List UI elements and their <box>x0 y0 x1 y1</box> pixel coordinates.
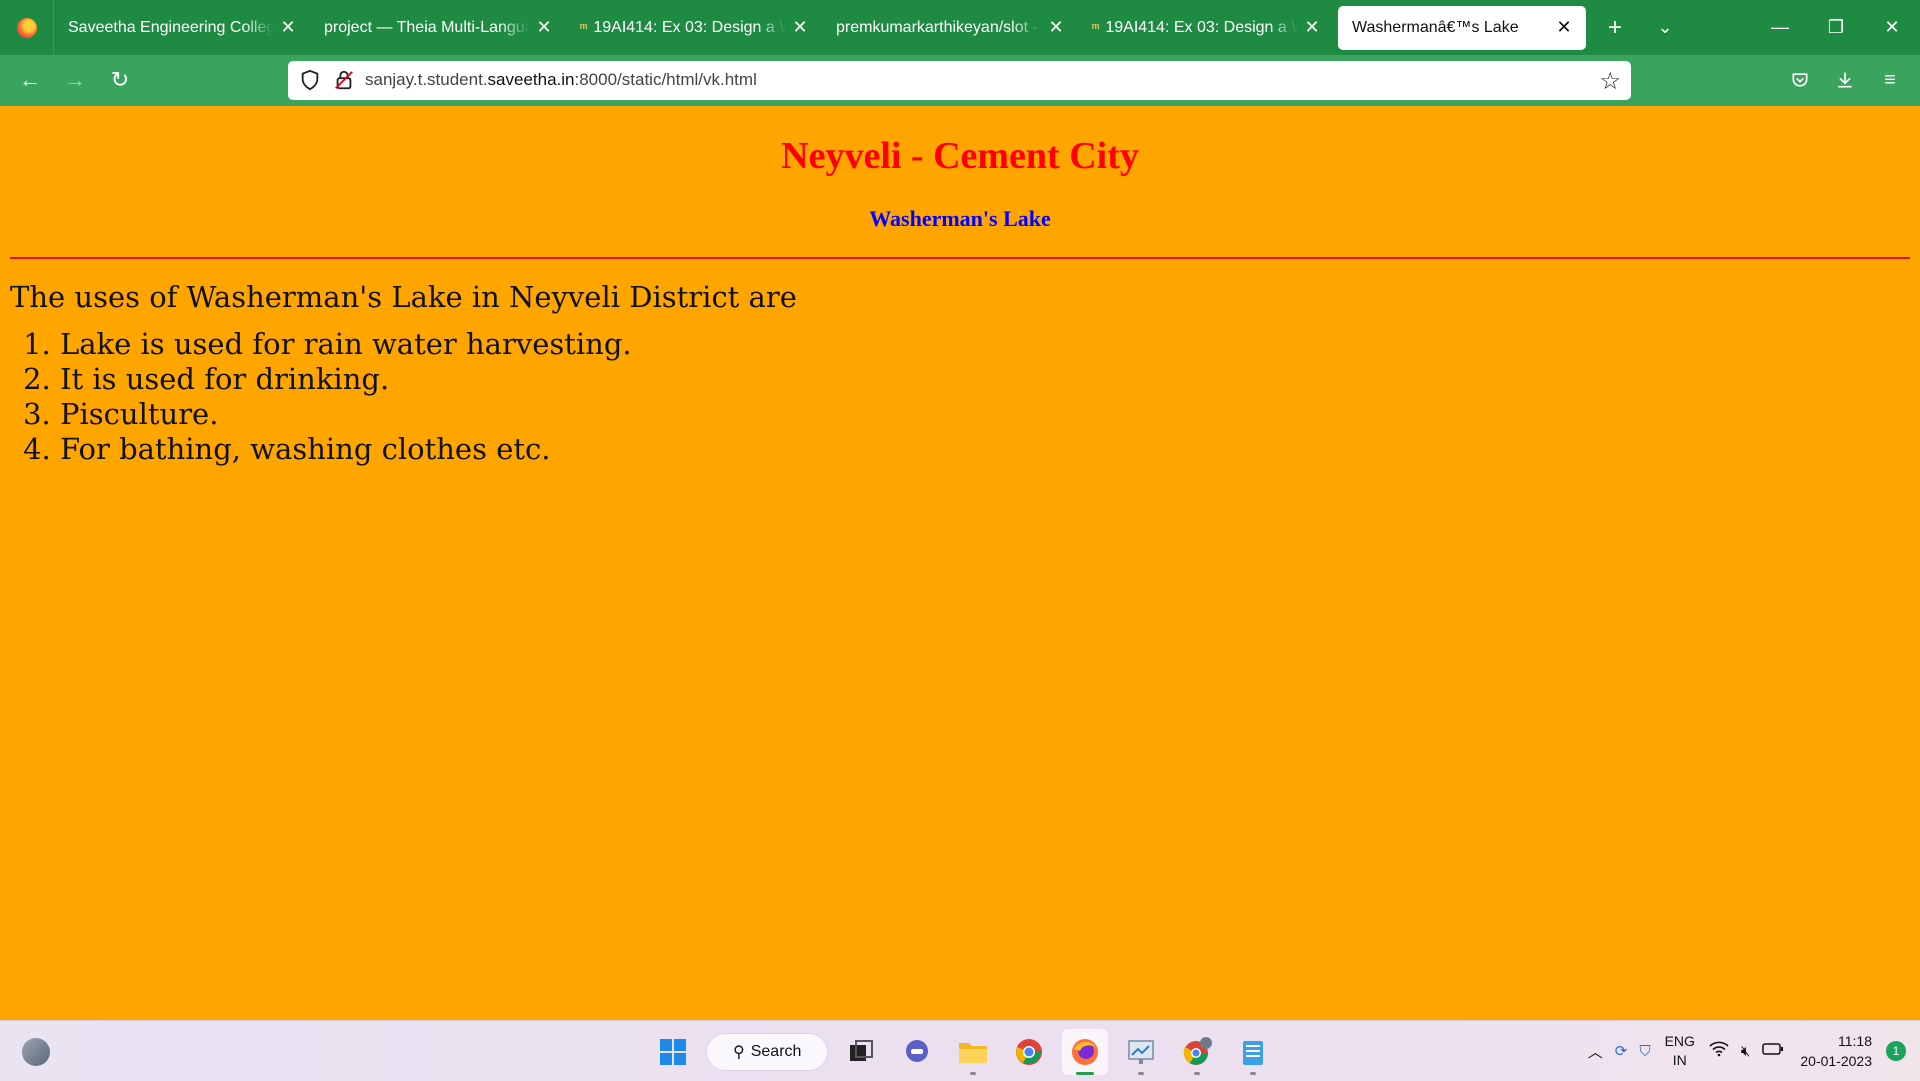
uses-list: Lake is used for rain water harvesting. … <box>10 327 632 467</box>
close-window-icon[interactable]: ✕ <box>1864 0 1920 55</box>
url-text: sanjay.t.student.saveetha.in:8000/static… <box>365 70 757 89</box>
tab-title: 19AI414: Ex 03: Design a We <box>593 18 786 36</box>
clock-date: 20-01-2023 <box>1800 1053 1872 1069</box>
clock-time: 11:18 <box>1838 1033 1872 1049</box>
notepad-icon[interactable] <box>1230 1029 1276 1075</box>
close-tab-icon[interactable]: ✕ <box>1304 17 1320 38</box>
tab-2[interactable]: project — Theia Multi-Language ✕ <box>310 0 566 55</box>
close-tab-icon[interactable]: ✕ <box>792 17 808 38</box>
close-tab-icon[interactable]: ✕ <box>1048 17 1064 38</box>
minimize-icon[interactable]: — <box>1752 0 1808 55</box>
list-item: It is used for drinking. <box>60 362 632 397</box>
language-code: ENG <box>1664 1033 1695 1049</box>
task-view-icon[interactable] <box>838 1029 884 1075</box>
forward-arrow-icon[interactable]: → <box>59 64 91 96</box>
moodle-icon: ᵐ <box>1092 20 1100 35</box>
horizontal-rule <box>10 257 1910 259</box>
firefox-menu-icon[interactable] <box>0 0 54 55</box>
clock[interactable]: 11:18 20-01-2023 <box>1800 1031 1872 1071</box>
page-title: Neyveli - Cement City <box>781 135 1139 177</box>
window-controls: — ❐ ✕ <box>1752 0 1920 55</box>
tab-4[interactable]: premkumarkarthikeyan/slot - ex ✕ <box>822 0 1078 55</box>
firefox-taskbar-icon[interactable] <box>1062 1029 1108 1075</box>
pocket-icon[interactable] <box>1784 64 1816 96</box>
address-bar[interactable]: sanjay.t.student.saveetha.in:8000/static… <box>288 61 1631 100</box>
taskbar-apps: ⚲ Search <box>650 1029 1276 1075</box>
close-tab-icon[interactable]: ✕ <box>536 17 552 38</box>
close-tab-icon[interactable]: ✕ <box>280 17 296 38</box>
show-hidden-icons-chevron-icon[interactable]: ︿ <box>1588 1041 1603 1062</box>
page-subtitle: Washerman's Lake <box>869 206 1051 231</box>
tab-title: 19AI414: Ex 03: Design a We <box>1105 18 1298 36</box>
notification-badge[interactable]: 1 <box>1886 1041 1906 1061</box>
file-explorer-icon[interactable] <box>950 1029 996 1075</box>
close-tab-icon[interactable]: ✕ <box>1556 17 1572 38</box>
tracking-protection-shield-icon[interactable] <box>299 69 321 91</box>
new-tab-icon[interactable]: + <box>1590 0 1640 55</box>
back-arrow-icon[interactable]: ← <box>14 64 46 96</box>
volume-muted-icon[interactable]: 🔇︎ <box>1741 1043 1750 1060</box>
downloads-icon[interactable] <box>1829 64 1861 96</box>
tab-strip: Saveetha Engineering College ✕ project —… <box>0 0 1920 55</box>
chrome-icon[interactable] <box>1006 1029 1052 1075</box>
hamburger-menu-icon[interactable]: ≡ <box>1874 64 1906 96</box>
sync-icon[interactable]: ⟳ <box>1615 1042 1628 1060</box>
system-tray: ︿ ⟳ ⛉ ENG IN 🔇︎ 11:18 20-01-2023 1 <box>1582 1021 1920 1081</box>
list-item: Pisculture. <box>60 397 632 432</box>
taskbar: ⚲ Search ︿ ⟳ ⛉ ENG IN 🔇︎ 11:18 20-01-202… <box>0 1020 1920 1081</box>
tab-title: premkumarkarthikeyan/slot - ex <box>836 18 1042 36</box>
list-item: For bathing, washing clothes etc. <box>60 432 632 467</box>
navigation-toolbar: ← → ↻ sanjay.t.student.saveetha.in:8000/… <box>0 55 1920 106</box>
wifi-icon[interactable] <box>1709 1041 1729 1061</box>
teams-chat-icon[interactable] <box>894 1029 940 1075</box>
taskbar-search-box[interactable]: ⚲ Search <box>706 1033 828 1071</box>
page-content: Neyveli - Cement City Washerman's Lake T… <box>0 106 1920 1020</box>
insecure-lock-icon[interactable] <box>333 69 355 91</box>
tab-title: Saveetha Engineering College <box>68 18 274 36</box>
language-indicator[interactable]: ENG IN <box>1665 1032 1695 1070</box>
tab-active[interactable]: Washermanâ€™s Lake ✕ <box>1338 5 1586 50</box>
search-label: Search <box>750 1043 802 1060</box>
intro-paragraph: The uses of Washerman's Lake in Neyveli … <box>10 280 797 314</box>
tab-title: Washermanâ€™s Lake <box>1352 18 1519 36</box>
region-code: IN <box>1672 1052 1687 1068</box>
tab-3[interactable]: ᵐ 19AI414: Ex 03: Design a We ✕ <box>566 0 822 55</box>
chrome-profile-icon[interactable] <box>1174 1029 1220 1075</box>
list-tabs-chevron-icon[interactable]: ⌄ <box>1640 0 1690 55</box>
list-item: Lake is used for rain water harvesting. <box>60 327 632 362</box>
tab-1[interactable]: Saveetha Engineering College ✕ <box>54 0 310 55</box>
presentation-app-icon[interactable] <box>1118 1029 1164 1075</box>
defender-shield-icon[interactable]: ⛉ <box>1639 1043 1650 1060</box>
reload-icon[interactable]: ↻ <box>104 64 136 96</box>
moodle-icon: ᵐ <box>580 20 588 35</box>
tab-5[interactable]: ᵐ 19AI414: Ex 03: Design a We ✕ <box>1078 0 1334 55</box>
widgets-icon[interactable] <box>22 1038 50 1066</box>
search-icon: ⚲ <box>733 1044 745 1061</box>
battery-icon[interactable] <box>1762 1042 1784 1060</box>
tab-title: project — Theia Multi-Language <box>324 18 530 36</box>
restore-icon[interactable]: ❐ <box>1808 0 1864 55</box>
bookmark-star-icon[interactable]: ☆ <box>1599 67 1621 96</box>
start-windows-icon[interactable] <box>650 1029 696 1075</box>
